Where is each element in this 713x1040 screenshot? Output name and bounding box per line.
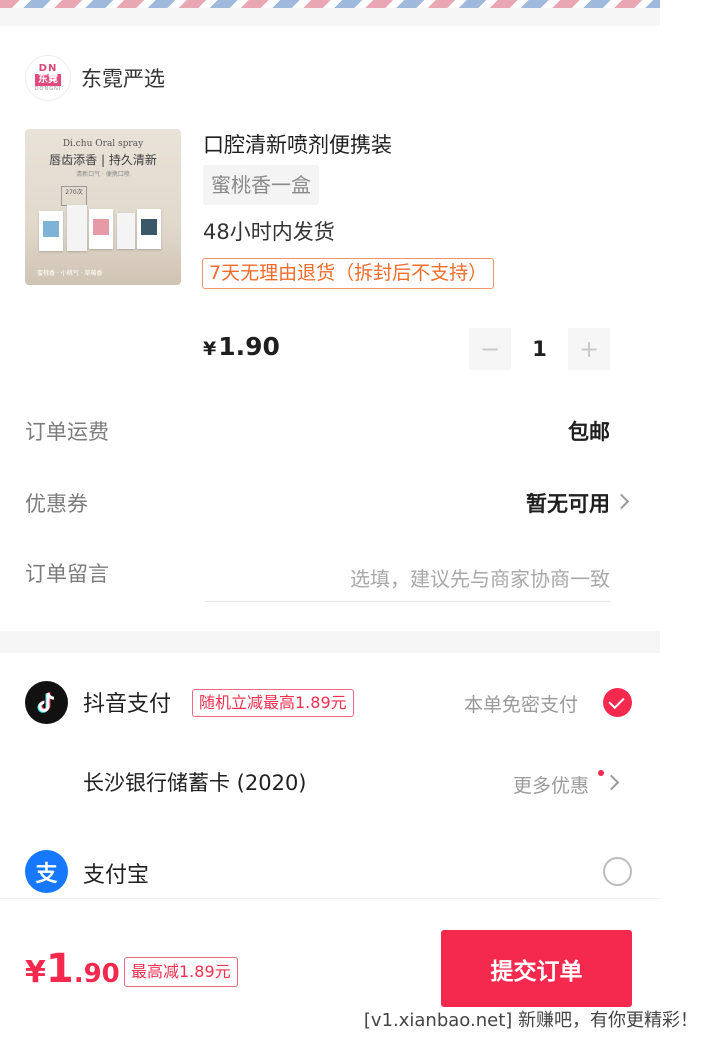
shipping-time: 48小时内发货 <box>203 220 335 244</box>
douyin-pay-hint: 本单免密支付 <box>464 694 579 716</box>
product-title: 口腔清新喷剂便携装 <box>203 133 392 157</box>
footer-divider <box>0 898 660 899</box>
total-dec: .90 <box>73 959 120 989</box>
price-value: 1.90 <box>218 332 280 361</box>
chevron-right-icon[interactable] <box>603 774 620 791</box>
more-offers-link[interactable]: 更多优惠 <box>513 771 589 798</box>
increase-button[interactable]: + <box>568 328 610 370</box>
coupon-value[interactable]: 暂无可用 <box>526 488 610 518</box>
alipay-name[interactable]: 支付宝 <box>83 857 149 889</box>
product-box-pink <box>89 209 113 249</box>
product-image[interactable]: Di.chu Oral spray 唇齿添香 | 持久清新 清新口气 · 便携口… <box>25 129 181 285</box>
product-image-text-2: 唇齿添香 | 持久清新 <box>49 153 157 167</box>
douyin-icon <box>25 681 68 724</box>
product-image-text-1: Di.chu Oral spray <box>62 139 144 149</box>
shop-name: 东霓严选 <box>81 67 165 91</box>
note-label: 订单留言 <box>25 562 109 586</box>
product-image-text-3: 清新口气 · 便携口喷 <box>76 171 130 178</box>
airmail-border <box>0 0 660 8</box>
coupon-label: 优惠券 <box>25 492 88 516</box>
bank-card-name[interactable]: 长沙银行储蓄卡 (2020) <box>83 767 307 797</box>
product-bottle <box>117 213 135 249</box>
max-discount-tag: 最高减1.89元 <box>124 957 238 987</box>
section-divider <box>0 631 660 653</box>
product-image-badge: 270次 <box>61 186 87 206</box>
freight-label: 订单运费 <box>25 420 109 444</box>
order-note-input[interactable] <box>205 556 610 602</box>
douyin-selected-check-icon[interactable] <box>603 688 632 717</box>
watermark: [v1.xianbao.net] 新赚吧，有你更精彩！ <box>363 1010 698 1031</box>
return-policy-tag: 7天无理由退货（拆封后不支持） <box>202 258 495 289</box>
top-band <box>0 8 660 26</box>
shop-logo: DN 东霓 DONGNI <box>25 55 71 101</box>
decrease-button[interactable]: − <box>469 328 511 370</box>
alipay-icon: 支 <box>25 850 68 893</box>
product-box-blue <box>39 211 63 251</box>
alipay-icon-glyph: 支 <box>35 861 58 887</box>
right-gutter <box>660 0 713 1040</box>
shop-logo-bottom: DONGNI <box>34 85 62 92</box>
product-box-dark <box>137 209 161 249</box>
douyin-promo-tag: 随机立减最高1.89元 <box>192 689 354 717</box>
price-currency: ¥ <box>203 338 217 360</box>
alipay-radio-icon[interactable] <box>603 857 632 886</box>
product-sku[interactable]: 蜜桃香一盒 <box>203 165 319 205</box>
shop-logo-mid: 东霓 <box>35 73 61 86</box>
product-image-text-4: 蜜桃香 · 小桃气 · 草莓香 <box>37 270 103 277</box>
product-price: ¥1.90 <box>203 332 280 361</box>
quantity-stepper: − 1 + <box>469 328 610 370</box>
product-image-badge-text: 270次 <box>65 189 83 196</box>
total-int: 1 <box>45 946 74 992</box>
chevron-right-icon[interactable] <box>613 493 630 510</box>
new-offer-dot <box>598 770 604 776</box>
shop-logo-top: DN <box>38 62 58 74</box>
douyin-pay-name[interactable]: 抖音支付 <box>83 686 171 718</box>
total-currency: ¥ <box>25 955 46 990</box>
shop-header[interactable]: DN 东霓 DONGNI 东霓严选 <box>25 55 165 101</box>
order-total: ¥1.90 <box>25 946 120 992</box>
product-bottle <box>67 205 87 251</box>
submit-order-button[interactable]: 提交订单 <box>441 930 632 1007</box>
freight-value: 包邮 <box>568 420 610 444</box>
quantity-value[interactable]: 1 <box>511 337 568 361</box>
